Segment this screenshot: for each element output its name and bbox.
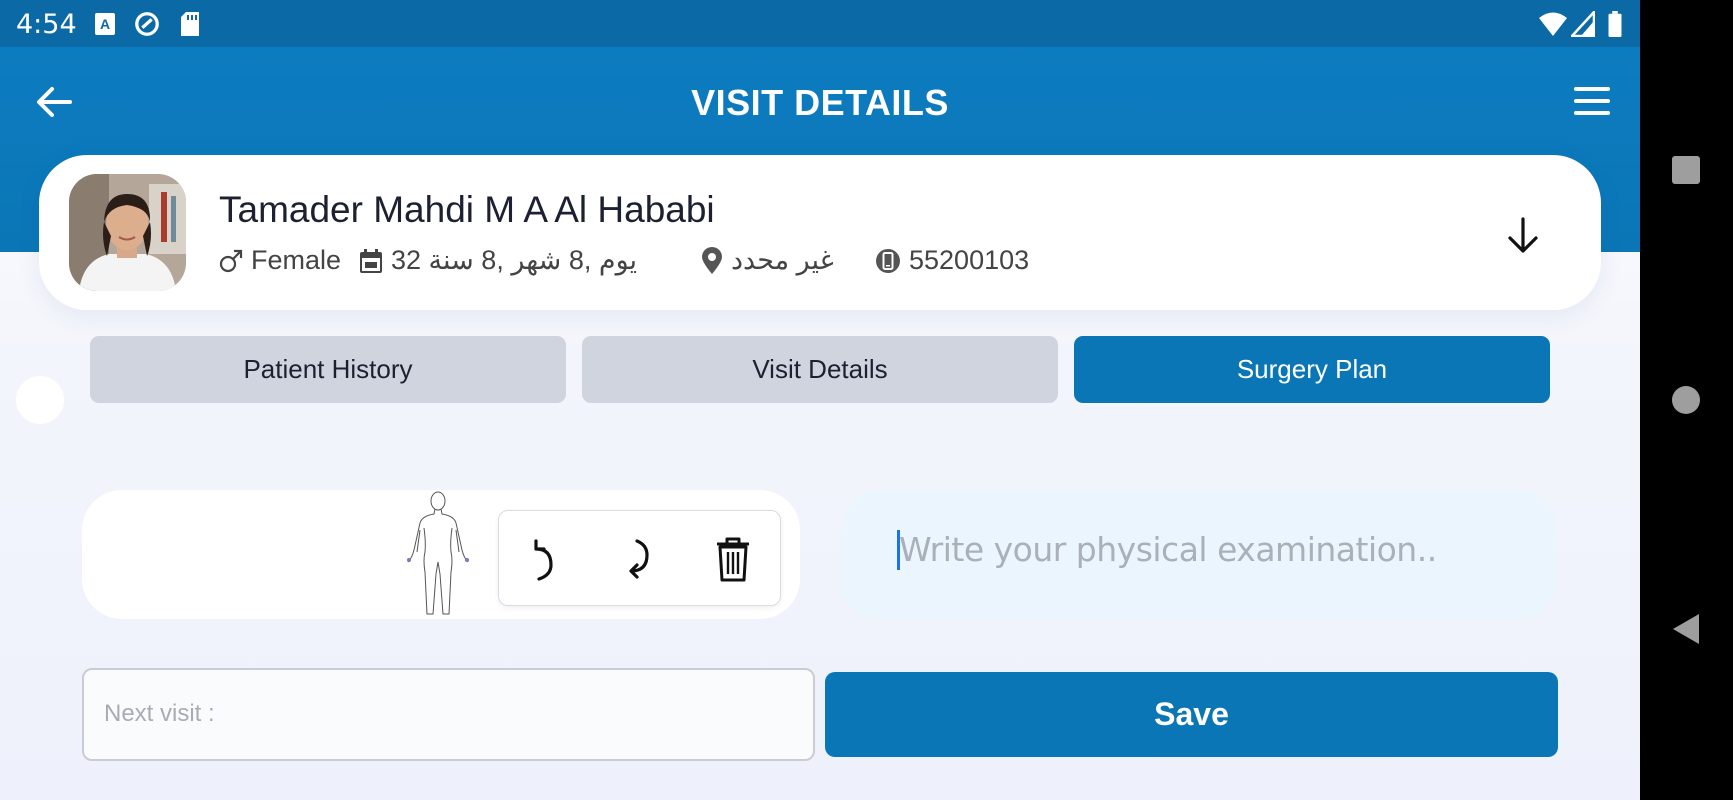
- patient-age: 32 يوم ,8 شهر ,8 سنة: [359, 245, 637, 276]
- physical-examination-input[interactable]: Write your physical examination..: [841, 490, 1557, 619]
- signal-icon: [1571, 11, 1595, 37]
- calendar-icon: [360, 248, 382, 273]
- save-button[interactable]: Save: [825, 672, 1558, 757]
- floating-handle[interactable]: [16, 376, 64, 424]
- body-diagram-panel[interactable]: [82, 490, 800, 619]
- physical-examination-placeholder: Write your physical examination..: [899, 530, 1437, 569]
- recents-square-icon[interactable]: [1671, 155, 1701, 185]
- patient-card[interactable]: Tamader Mahdi M A Al Hababi Female 32 يو…: [39, 155, 1601, 310]
- patient-gender: Female: [219, 245, 341, 276]
- home-circle-icon[interactable]: [1671, 385, 1701, 415]
- human-body-diagram-icon[interactable]: [400, 490, 476, 620]
- status-time: 4:54: [16, 9, 77, 40]
- patient-gender-label: Female: [251, 245, 342, 275]
- back-triangle-icon[interactable]: [1671, 612, 1701, 646]
- patient-phone-label: 55200103: [909, 245, 1030, 275]
- phone-icon: [876, 248, 900, 273]
- svg-text:A: A: [100, 16, 110, 32]
- patient-name: Tamader Mahdi M A Al Hababi: [219, 189, 715, 230]
- patient-avatar: [69, 174, 186, 291]
- system-nav-bar: [1640, 0, 1733, 800]
- undo-icon[interactable]: [521, 535, 565, 583]
- hamburger-menu-icon[interactable]: [1570, 83, 1616, 119]
- patient-age-label: 32 يوم ,8 شهر ,8 سنة: [391, 245, 638, 275]
- page-title: VISIT DETAILS: [691, 82, 949, 123]
- tab-visit-details[interactable]: Visit Details: [582, 336, 1058, 403]
- arrow-down-icon[interactable]: [1501, 213, 1545, 257]
- next-visit-placeholder: Next visit :: [104, 700, 215, 727]
- redo-icon[interactable]: [617, 535, 661, 583]
- next-visit-field[interactable]: Next visit :: [82, 668, 815, 761]
- status-bar: 4:54 A: [0, 0, 1640, 47]
- tab-patient-history[interactable]: Patient History: [90, 336, 566, 403]
- patient-phone: 55200103: [875, 245, 1029, 276]
- male-symbol-icon: [219, 249, 243, 272]
- patient-location-label: غير محدد: [731, 245, 834, 275]
- patient-location: غير محدد: [701, 245, 834, 276]
- wifi-icon: [1539, 12, 1567, 36]
- keyboard-a-icon: A: [95, 13, 115, 35]
- drawing-toolbar: [498, 510, 781, 606]
- sd-card-icon: [181, 12, 199, 36]
- app-screen: 4:54 A VISIT DETAILS Tamader Mahdi M A A…: [0, 0, 1640, 800]
- trash-icon[interactable]: [711, 535, 755, 583]
- map-pin-icon: [702, 246, 722, 274]
- tab-surgery-plan[interactable]: Surgery Plan: [1074, 336, 1550, 403]
- sync-icon: [135, 12, 159, 36]
- battery-icon: [1608, 11, 1622, 37]
